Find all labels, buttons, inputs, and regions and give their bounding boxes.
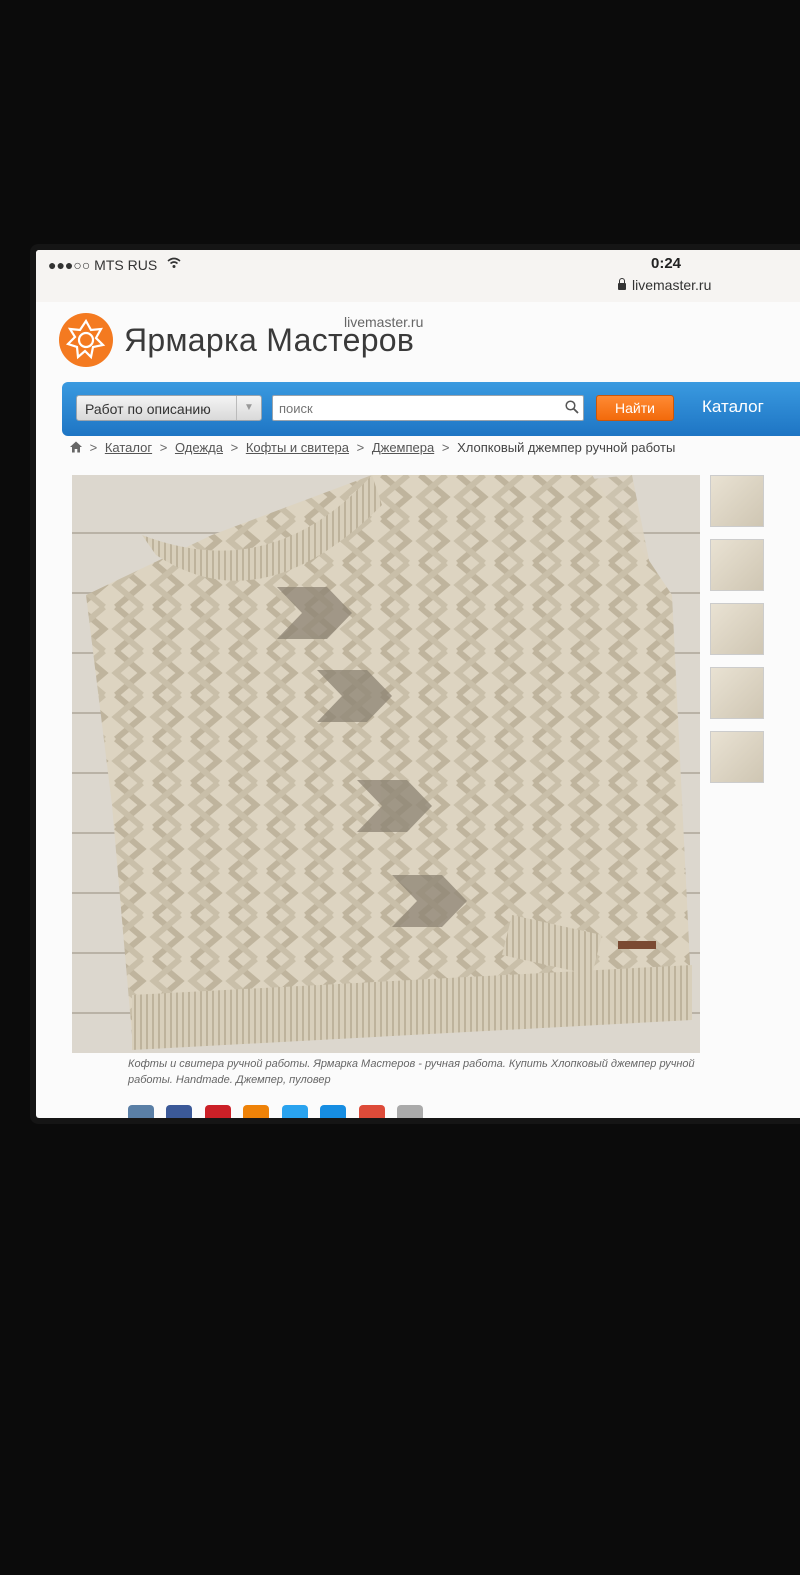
share-facebook-button[interactable] (166, 1105, 193, 1118)
thumbnail-3[interactable] (710, 603, 764, 655)
thumbnail-5[interactable] (710, 731, 764, 783)
search-icon[interactable] (565, 400, 579, 414)
site-header: livemaster.ru Ярмарка Мастеров (36, 302, 800, 382)
breadcrumb-separator: > (356, 440, 365, 455)
search-bar: Работ по описанию ▼ Найти Каталог (62, 382, 800, 436)
browser-screen: ●●●○○ MTS RUS 0:24 livemaster.ru livemas… (36, 250, 800, 1118)
share-mailru-button[interactable] (320, 1105, 347, 1118)
breadcrumb-catalog[interactable]: Каталог (105, 440, 152, 455)
catalog-link[interactable]: Каталог (702, 397, 764, 417)
breadcrumb-separator: > (89, 440, 98, 455)
url-text: livemaster.ru (632, 277, 712, 293)
share-more-button[interactable] (397, 1105, 424, 1118)
clock: 0:24 (651, 255, 682, 272)
share-vk-button[interactable] (128, 1105, 154, 1118)
wifi-icon (167, 257, 181, 268)
address-bar[interactable]: livemaster.ru (618, 277, 711, 293)
breadcrumb-jumpers[interactable]: Джемпера (372, 440, 434, 455)
logo-icon[interactable] (58, 312, 114, 368)
lock-icon (618, 278, 626, 290)
share-pinterest-button[interactable] (204, 1105, 231, 1118)
share-buttons (128, 1105, 431, 1118)
find-button[interactable]: Найти (596, 395, 674, 421)
home-icon[interactable] (70, 441, 82, 453)
sweater-photo (72, 475, 700, 1053)
breadcrumb-sweaters[interactable]: Кофты и свитера (246, 440, 349, 455)
thumbnail-2[interactable] (710, 539, 764, 591)
brand-name[interactable]: Ярмарка Мастеров (124, 322, 414, 359)
breadcrumb-separator: > (230, 440, 239, 455)
breadcrumb-clothing[interactable]: Одежда (175, 440, 223, 455)
image-caption: Кофты и свитера ручной работы. Ярмарка М… (128, 1058, 695, 1086)
breadcrumb-separator: > (441, 440, 450, 455)
share-google-button[interactable] (358, 1105, 385, 1118)
chevron-down-icon: ▼ (236, 396, 261, 420)
search-input[interactable] (272, 395, 584, 421)
share-ok-button[interactable] (243, 1105, 270, 1118)
breadcrumb-current: Хлопковый джемпер ручной работы (457, 440, 676, 455)
breadcrumb-separator: > (159, 440, 168, 455)
carrier-label: ●●●○○ MTS RUS (48, 257, 158, 273)
breadcrumb: > Каталог > Одежда > Кофты и свитера > Д… (70, 440, 675, 455)
thumbnail-4[interactable] (710, 667, 764, 719)
thumbnail-1[interactable] (710, 475, 764, 527)
search-scope-value: Работ по описанию (85, 401, 211, 417)
search-scope-select[interactable]: Работ по описанию ▼ (76, 395, 262, 421)
thumbnail-strip (710, 475, 766, 795)
share-twitter-button[interactable] (281, 1105, 308, 1118)
status-bar: ●●●○○ MTS RUS 0:24 livemaster.ru (36, 250, 800, 303)
product-image[interactable] (72, 475, 700, 1053)
